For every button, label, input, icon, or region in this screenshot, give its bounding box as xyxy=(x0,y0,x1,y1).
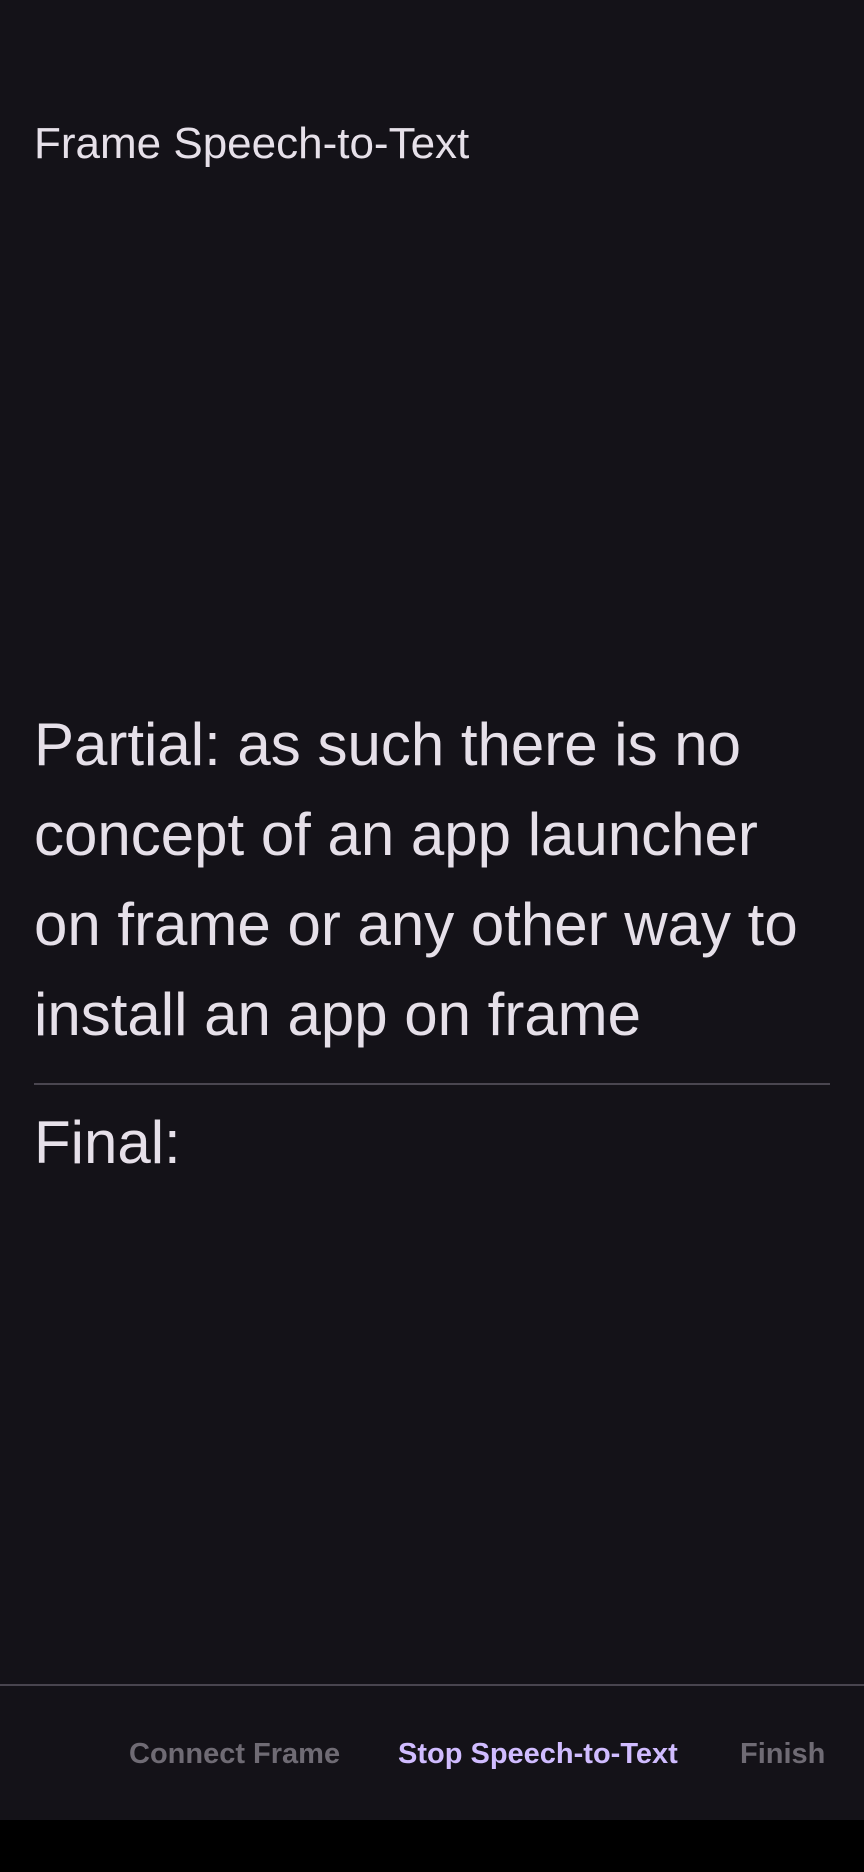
transcript-area: Partial: as such there is no concept of … xyxy=(34,700,830,1179)
app-screen: Frame Speech-to-Text Partial: as such th… xyxy=(0,0,864,1820)
stop-speech-to-text-button[interactable]: Stop Speech-to-Text xyxy=(398,1736,678,1772)
connect-frame-button[interactable]: Connect Frame xyxy=(129,1736,340,1772)
app-bar: Frame Speech-to-Text xyxy=(0,0,864,210)
bottom-action-bar: Connect Frame Stop Speech-to-Text Finish xyxy=(0,1684,864,1820)
divider xyxy=(34,1083,830,1085)
page-title: Frame Speech-to-Text xyxy=(34,119,470,168)
partial-transcript: Partial: as such there is no concept of … xyxy=(34,711,798,1048)
system-navigation-bar xyxy=(0,1820,864,1872)
final-transcript: Final: xyxy=(34,1109,181,1176)
finish-button[interactable]: Finish xyxy=(740,1736,825,1772)
